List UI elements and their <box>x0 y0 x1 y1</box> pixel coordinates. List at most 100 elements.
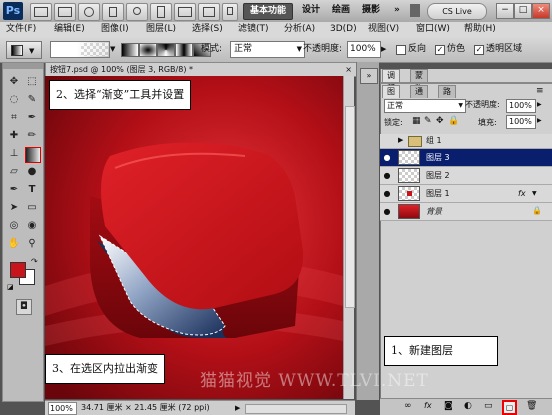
minimize-button[interactable]: − <box>496 3 514 19</box>
workspace-tab-painting[interactable]: 绘画 <box>326 3 356 18</box>
foreground-color-swatch[interactable] <box>10 262 26 278</box>
zoom-tool-button[interactable] <box>126 3 148 21</box>
lock-transparency-icon[interactable]: ▦ <box>412 116 421 126</box>
panel-menu-icon[interactable]: ≡ <box>536 86 544 96</box>
arrange-documents-button[interactable] <box>174 3 196 21</box>
link-icon[interactable]: ∞ <box>404 401 412 411</box>
layer-effects-badge[interactable]: fx <box>518 185 526 202</box>
launch-bridge-button[interactable] <box>30 3 52 21</box>
workspace-tab-photography[interactable]: 摄影 <box>356 3 386 18</box>
menu-image[interactable]: 图像(I) <box>101 22 129 37</box>
gradient-tool-icon[interactable]: ■ <box>25 147 41 163</box>
gradient-picker[interactable] <box>50 41 110 58</box>
status-menu-icon[interactable]: ▶ <box>235 401 240 415</box>
gradient-dropdown-icon[interactable]: ▼ <box>110 45 115 53</box>
crop-tool-icon[interactable]: ⌗ <box>7 111 21 125</box>
eye-icon[interactable]: ● <box>382 169 392 182</box>
zoom-level-button[interactable] <box>78 3 100 21</box>
menu-3d[interactable]: 3D(D) <box>330 22 357 37</box>
layer-row-layer2[interactable]: ● 图层 2 <box>380 167 552 185</box>
menu-analysis[interactable]: 分析(A) <box>284 22 315 37</box>
close-button[interactable]: × <box>532 3 550 19</box>
3d-rotate-icon[interactable]: ◎ <box>7 219 21 233</box>
3d-orbit-icon[interactable]: ◉ <box>25 219 39 233</box>
workspace-more-button[interactable]: » <box>388 3 406 18</box>
rotate-view-button[interactable] <box>150 3 172 21</box>
workspace-tab-essentials[interactable]: 基本功能 <box>243 3 294 20</box>
workspace-tab-design[interactable]: 设计 <box>296 3 326 18</box>
screen-mode-dropdown[interactable] <box>222 3 238 21</box>
menu-edit[interactable]: 编辑(E) <box>54 22 85 37</box>
mask-icon[interactable]: ◙ <box>444 401 453 411</box>
expand-arrow-icon[interactable]: ▼ <box>532 190 537 197</box>
scrollbar-thumb[interactable] <box>345 106 355 308</box>
layer-row-layer3[interactable]: ● 图层 3 <box>380 149 552 167</box>
lock-position-icon[interactable]: ✥ <box>436 116 444 126</box>
collapse-panels-icon[interactable]: » <box>360 68 378 84</box>
transparency-checkbox[interactable]: ✓ <box>474 45 484 55</box>
marquee-tool-icon[interactable]: ⬚ <box>25 75 39 89</box>
menu-help[interactable]: 帮助(H) <box>464 22 496 37</box>
menu-window[interactable]: 窗口(W) <box>416 22 450 37</box>
zoom-level-field[interactable]: 100% <box>48 402 77 415</box>
reverse-checkbox[interactable] <box>396 45 406 55</box>
pen-tool-icon[interactable]: ✒ <box>7 183 21 197</box>
vertical-scrollbar[interactable] <box>343 76 355 399</box>
default-colors-icon[interactable]: ◪ <box>7 283 14 291</box>
document-canvas[interactable]: 2、选择“渐变”工具并设置 3、在选区内拉出渐变 <box>45 76 343 399</box>
hand-tool-button[interactable] <box>102 3 124 21</box>
layer-row-layer1[interactable]: ● 图层 1 fx ▼ <box>380 185 552 203</box>
tool-preset-picker[interactable]: ▼ <box>6 41 42 59</box>
layer-opacity-slider-icon[interactable]: ▶ <box>537 101 542 108</box>
linear-gradient-button[interactable] <box>121 43 139 57</box>
eraser-tool-icon[interactable]: ▱ <box>7 165 21 179</box>
toolbox-grip[interactable] <box>3 63 43 69</box>
launch-minibridge-button[interactable] <box>54 3 76 21</box>
layer-row-background[interactable]: ● 背景 🔒 <box>380 203 552 221</box>
layer-opacity-input[interactable]: 100% <box>506 99 536 113</box>
eye-icon[interactable]: ● <box>382 187 392 200</box>
menu-filter[interactable]: 滤镜(T) <box>238 22 269 37</box>
brush-tool-icon[interactable]: ✏ <box>25 129 39 143</box>
tab-adjustments[interactable]: 调整 <box>382 69 400 92</box>
fill-slider-icon[interactable]: ▶ <box>537 117 542 124</box>
menu-file[interactable]: 文件(F) <box>6 22 36 37</box>
blend-mode-select[interactable]: 正常 ▼ <box>384 99 466 113</box>
dither-checkbox[interactable]: ✓ <box>435 45 445 55</box>
tab-channels[interactable]: 通道 <box>410 85 428 108</box>
maximize-button[interactable]: □ <box>514 3 532 19</box>
type-tool-icon[interactable]: T <box>25 183 39 197</box>
tab-masks[interactable]: 蒙版 <box>410 69 428 92</box>
blur-tool-icon[interactable]: ● <box>25 165 39 179</box>
menu-view[interactable]: 视图(V) <box>368 22 399 37</box>
quick-select-tool-icon[interactable]: ✎ <box>25 93 39 107</box>
tab-paths[interactable]: 路径 <box>438 85 456 108</box>
tab-layers[interactable]: 图层 <box>382 85 400 108</box>
zoom-tool-icon[interactable]: ⚲ <box>25 237 39 251</box>
menu-layer[interactable]: 图层(L) <box>146 22 176 37</box>
lock-all-icon[interactable]: 🔒 <box>448 116 459 126</box>
trash-icon[interactable]: 🗑 <box>526 401 537 411</box>
layer-row-group[interactable]: ▶ 组 1 <box>380 134 552 149</box>
lock-image-icon[interactable]: ✎ <box>424 116 432 126</box>
eye-icon[interactable]: ● <box>382 205 392 218</box>
new-layer-icon[interactable]: ▢ <box>502 400 517 415</box>
reflected-gradient-button[interactable] <box>175 43 193 57</box>
eyedropper-tool-icon[interactable]: ✒ <box>25 111 39 125</box>
fill-input[interactable]: 100% <box>506 115 536 129</box>
clone-stamp-icon[interactable]: ⊥ <box>7 147 21 161</box>
cs-live-button[interactable]: CS Live <box>427 3 487 20</box>
fx-icon[interactable]: fx <box>424 401 432 410</box>
mode-select[interactable]: 正常 ▼ <box>230 41 305 58</box>
hand-tool-icon[interactable]: ✋ <box>7 237 21 251</box>
expand-arrow-icon[interactable]: ▶ <box>398 136 403 144</box>
opacity-slider-icon[interactable]: ▶ <box>381 45 386 53</box>
close-document-icon[interactable]: × <box>345 63 352 76</box>
horizontal-scrollbar[interactable] <box>245 404 347 414</box>
adjustment-icon[interactable]: ◐ <box>464 401 472 411</box>
move-tool-icon[interactable]: ✥ <box>7 75 21 89</box>
menu-select[interactable]: 选择(S) <box>192 22 223 37</box>
quick-mask-icon[interactable]: ◘ <box>16 299 32 315</box>
folder-icon[interactable]: ▭ <box>484 401 493 411</box>
opacity-input[interactable]: 100% <box>347 41 381 58</box>
